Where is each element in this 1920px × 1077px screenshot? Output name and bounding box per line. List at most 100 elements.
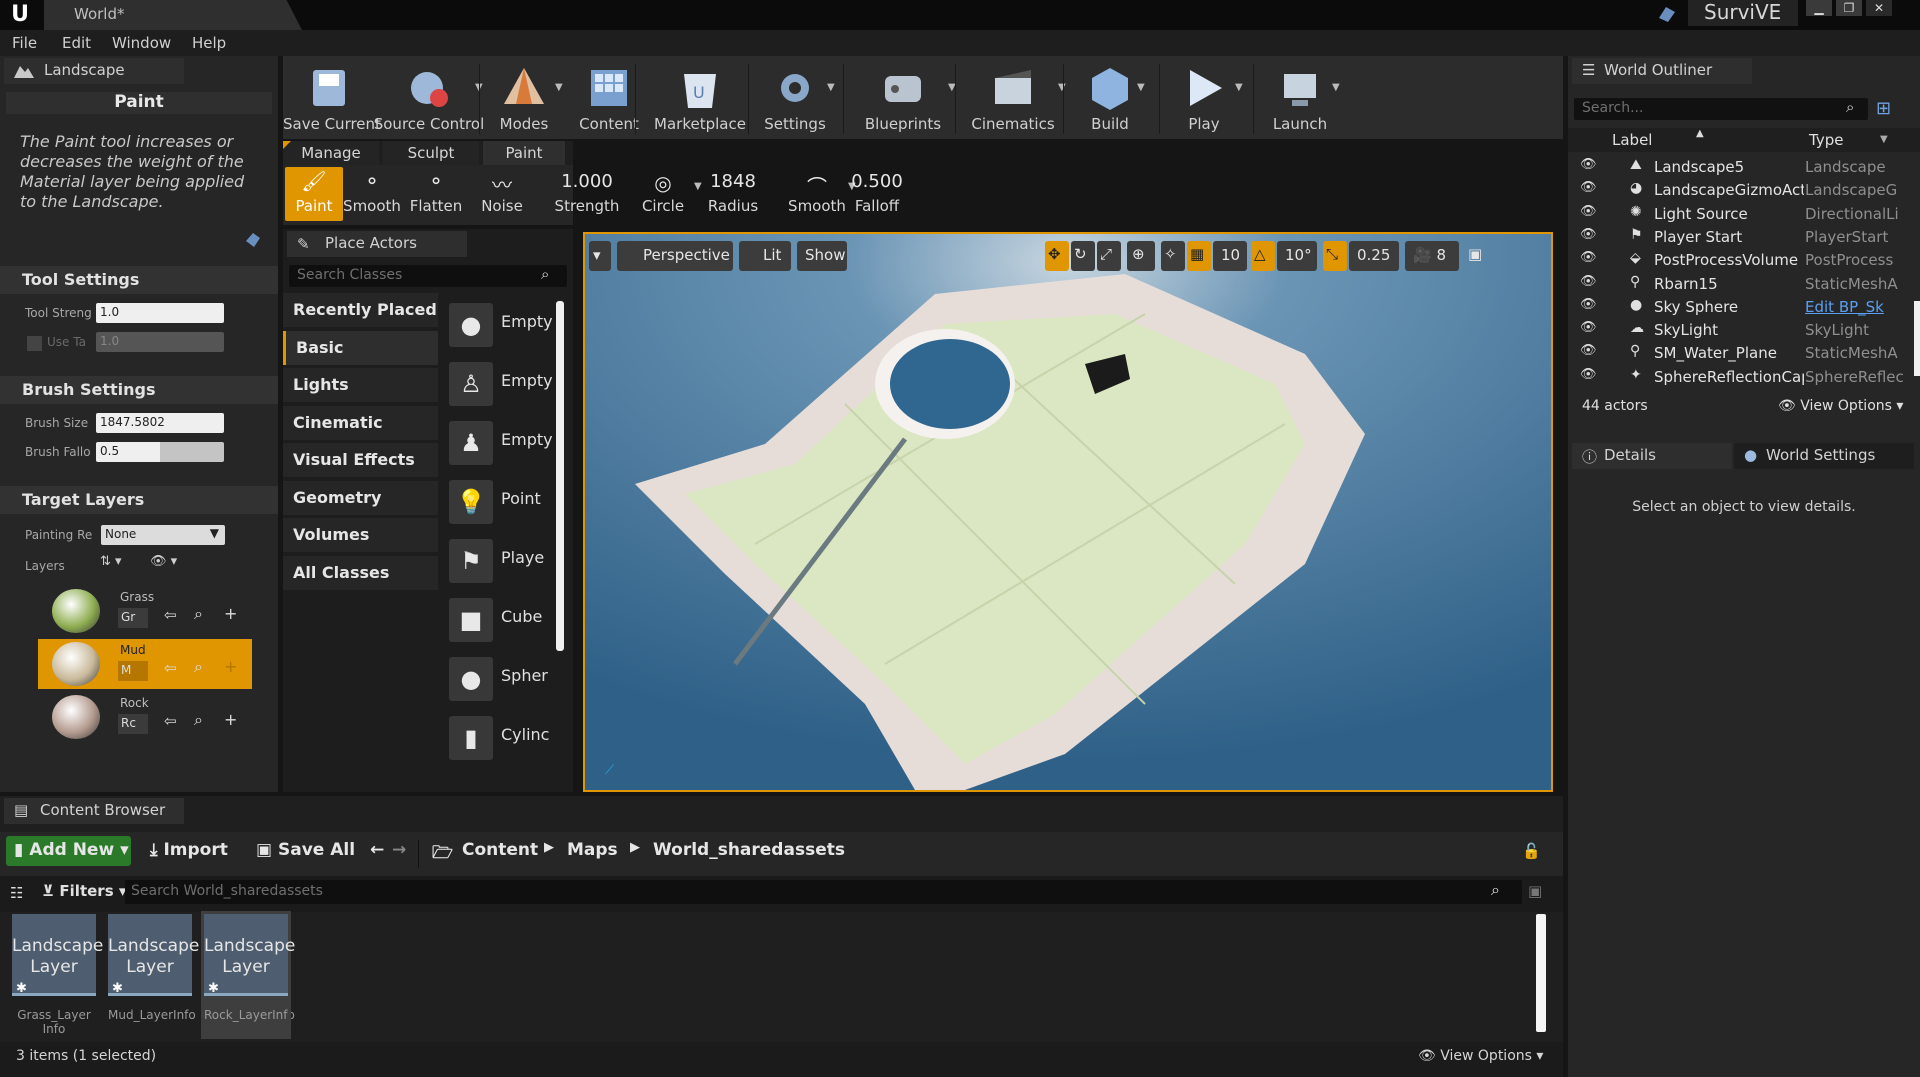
param-strength[interactable]: 1.000 Strength (550, 171, 624, 221)
outliner-search-input[interactable]: Search... ⌕ (1574, 98, 1868, 120)
actor-item[interactable]: ♟ Empty (445, 415, 560, 469)
target-layers-header[interactable]: Target Layers (0, 486, 278, 514)
outliner-scrollbar[interactable] (1914, 301, 1920, 376)
column-type[interactable]: Type (1809, 131, 1843, 149)
tool-strength-input[interactable]: 1.0 (96, 303, 224, 323)
tool-smooth[interactable]: ⚬ Smooth (343, 167, 401, 221)
actor-list-scrollbar[interactable] (556, 301, 564, 651)
layer-row[interactable]: Mud M ⇦ ⌕ + (38, 639, 252, 689)
level-viewport[interactable]: ⟋ ▾ Perspective Lit Show ✥ ↻ ⤢ ⊕ ✧ ▦ 10 … (583, 232, 1553, 792)
browse-icon[interactable]: ⌕ (194, 710, 203, 730)
edit-blueprint-link[interactable]: Edit BP_Sk (1805, 298, 1915, 316)
asset-scrollbar[interactable] (1536, 914, 1546, 1032)
grid-snap-value[interactable]: 10 (1213, 241, 1247, 271)
save-current-button[interactable]: Save Current (283, 56, 381, 139)
column-options-icon[interactable]: ▼ (1880, 134, 1888, 145)
visibility-eye-icon[interactable]: 👁 (1580, 320, 1597, 335)
category-geometry[interactable]: Geometry (283, 480, 438, 515)
history-forward-icon[interactable]: → (392, 840, 406, 870)
dropdown-arrow-icon[interactable]: ▼ (827, 82, 835, 93)
rotation-snap-value[interactable]: 10° (1277, 241, 1317, 271)
use-selected-icon[interactable]: ⇦ (164, 606, 177, 624)
perspective-button[interactable]: Perspective (617, 241, 733, 271)
actor-item[interactable]: ⚑ Playe (445, 533, 560, 587)
actor-item[interactable]: ♙ Empty (445, 356, 560, 410)
outliner-view-options[interactable]: 👁 View Options ▾ (1778, 398, 1903, 414)
scale-icon[interactable]: ⤢ (1097, 241, 1121, 271)
actor-item[interactable]: ■ Cube (445, 592, 560, 646)
visibility-eye-icon[interactable]: 👁 (1580, 204, 1597, 219)
viewport-options-button[interactable]: ▾ (589, 241, 611, 271)
save-all-button[interactable]: ▣ Save All (256, 840, 355, 870)
translate-icon[interactable]: ✥ (1045, 241, 1069, 271)
folder-icon[interactable]: 🗁 (432, 840, 453, 870)
create-layer-info-icon[interactable]: + (224, 657, 237, 676)
painting-restriction-select[interactable]: None ▼ (101, 525, 225, 545)
world-local-icon[interactable]: ⊕ (1127, 241, 1155, 271)
browse-icon[interactable]: ⌕ (194, 604, 203, 624)
details-tab[interactable]: ⓘ Details (1572, 443, 1732, 469)
visibility-eye-icon[interactable]: 👁 (1580, 227, 1597, 242)
document-tab[interactable]: World* (44, 0, 302, 30)
tool-noise[interactable]: 〰 Noise (473, 167, 531, 221)
show-button[interactable]: Show (797, 241, 847, 271)
help-icon[interactable] (244, 231, 262, 249)
breadcrumb-content[interactable]: Content (462, 840, 538, 870)
save-search-icon[interactable]: ▣ (1528, 882, 1542, 900)
settings-button[interactable]: Settings (753, 56, 837, 139)
outliner-row[interactable]: 👁 ☁ SkyLight SkyLight (1568, 319, 1920, 342)
use-selected-icon[interactable]: ⇦ (164, 712, 177, 730)
breadcrumb-maps[interactable]: Maps (567, 840, 618, 870)
param-radius[interactable]: 1848 Radius (696, 171, 770, 221)
visibility-eye-icon[interactable]: 👁 (1580, 297, 1597, 312)
actor-item[interactable]: 💡 Point (445, 474, 560, 528)
asset-tile[interactable]: Landscape Layer ✱ Grass_Layer Info (12, 914, 103, 1036)
mode-tab-manage[interactable]: Manage (283, 141, 379, 165)
mode-tab-paint[interactable]: Paint (483, 141, 565, 165)
mode-tab-sculpt[interactable]: Sculpt (383, 141, 479, 165)
browse-icon[interactable]: ⌕ (194, 657, 203, 677)
world-settings-tab[interactable]: ● World Settings (1734, 443, 1914, 469)
outliner-row[interactable]: 👁 ⛰ Landscape5 Landscape (1568, 156, 1920, 179)
lit-button[interactable]: Lit (739, 241, 791, 271)
param-circle[interactable]: ◎ Circle (626, 171, 700, 221)
add-filter-icon[interactable]: ⊞ (1876, 98, 1891, 119)
modes-button[interactable]: Modes (483, 56, 565, 139)
rotation-snap-icon[interactable]: △ (1251, 241, 1275, 271)
category-cinematic[interactable]: Cinematic (283, 405, 438, 440)
content-browser-tab[interactable]: ▤ Content Browser (4, 798, 184, 824)
build-button[interactable]: Build (1073, 56, 1147, 139)
filters-button[interactable]: ⊻ Filters ▾ (42, 882, 126, 900)
create-layer-info-icon[interactable]: + (224, 710, 237, 729)
camera-speed-button[interactable]: 🎥 8 (1405, 241, 1459, 271)
dropdown-arrow-icon[interactable]: ▼ (1332, 82, 1340, 93)
layer-row[interactable]: Rock Rc ⇦ ⌕ + (38, 692, 252, 742)
blueprints-button[interactable]: Blueprints (848, 56, 958, 139)
history-back-icon[interactable]: ← (370, 840, 384, 870)
layer-info-dropdown[interactable]: Rc (118, 714, 148, 734)
menu-edit[interactable]: Edit (62, 34, 91, 52)
visibility-eye-icon[interactable]: 👁 (1580, 157, 1597, 172)
lock-icon[interactable]: 🔓 (1522, 842, 1541, 860)
category-all-classes[interactable]: All Classes (283, 555, 438, 590)
dropdown-arrow-icon[interactable]: ▼ (1137, 82, 1145, 93)
dropdown-arrow-icon[interactable]: ▼ (1235, 82, 1243, 93)
layer-info-dropdown[interactable]: Gr (118, 608, 148, 628)
sources-toggle-icon[interactable]: ☷ (10, 884, 23, 902)
play-button[interactable]: Play (1163, 56, 1245, 139)
cinematics-button[interactable]: Cinematics (958, 56, 1068, 139)
use-selected-icon[interactable]: ⇦ (164, 659, 177, 677)
rotate-icon[interactable]: ↻ (1071, 241, 1095, 271)
asset-search-input[interactable]: Search World_sharedassets ⌕ (125, 880, 1522, 904)
dropdown-arrow-icon[interactable]: ▼ (1058, 82, 1066, 93)
column-label[interactable]: Label (1612, 131, 1652, 149)
brush-settings-header[interactable]: Brush Settings (0, 376, 278, 404)
category-volumes[interactable]: Volumes (283, 518, 438, 552)
asset-tile[interactable]: Landscape Layer ✱ Mud_LayerInfo (108, 914, 199, 1036)
outliner-row[interactable]: 👁 ● Sky Sphere Edit BP_Sk (1568, 296, 1920, 319)
tool-flatten[interactable]: ⚬ Flatten (407, 167, 465, 221)
create-layer-info-icon[interactable]: + (224, 604, 237, 623)
layer-visibility-icon[interactable]: 👁 ▾ (150, 554, 177, 569)
actor-item[interactable]: ▮ Cylinc (445, 710, 560, 764)
outliner-row[interactable]: 👁 ◕ LandscapeGizmoActi LandscapeG (1568, 179, 1920, 202)
